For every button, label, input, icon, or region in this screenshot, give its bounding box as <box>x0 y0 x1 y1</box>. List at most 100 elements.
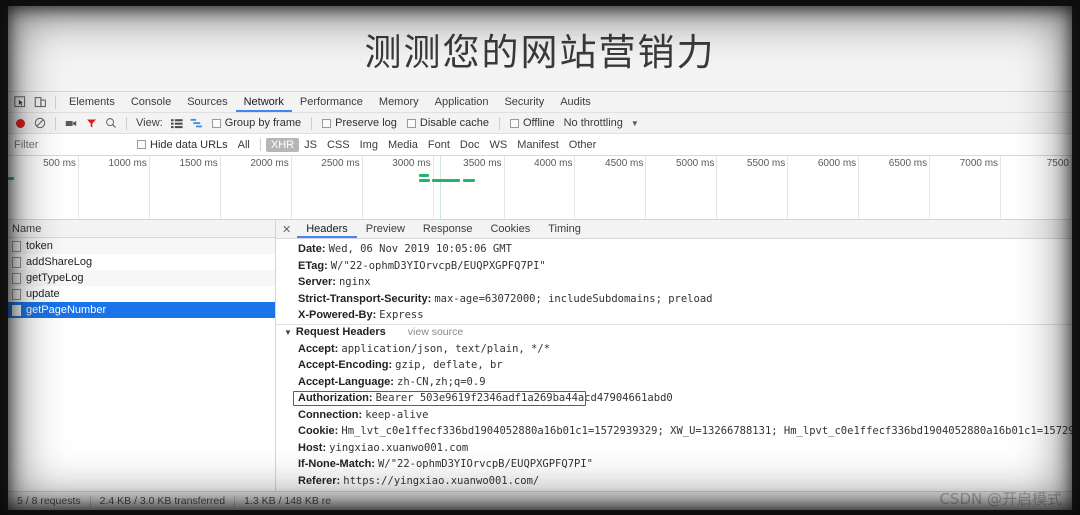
close-icon[interactable]: ✕ <box>280 223 297 236</box>
request-name: update <box>26 288 60 300</box>
filter-type-font[interactable]: Font <box>423 138 455 152</box>
filter-type-manifest[interactable]: Manifest <box>512 138 564 152</box>
offline-toggle[interactable]: Offline <box>505 117 560 129</box>
request-rows: token addShareLog getTypeLog update getPageN… <box>8 238 275 318</box>
throttling-value[interactable]: No throttling <box>560 117 627 129</box>
detail-tab-preview[interactable]: Preview <box>357 220 414 238</box>
request-headers-list: Accept: application/json, text/plain, */… <box>276 341 1072 492</box>
tab-audits[interactable]: Audits <box>552 92 599 112</box>
request-row[interactable]: getPageNumber <box>8 302 275 318</box>
header-key: Connection: <box>298 408 366 421</box>
network-toolbar: View: Group by frame Preserve log Disabl… <box>8 113 1072 134</box>
inspect-element-icon[interactable] <box>10 93 30 111</box>
header-row: If-None-Match: W/"22-ophmD3YIOrvcpB/EUQP… <box>276 456 1072 473</box>
detail-tabbar: ✕ Headers Preview Response Cookies Timin… <box>276 220 1072 239</box>
detail-tab-response[interactable]: Response <box>414 220 482 238</box>
detail-tab-headers[interactable]: Headers <box>297 220 357 238</box>
filter-bar: Hide data URLs All XHR JS CSS Img Media … <box>8 134 1072 156</box>
preserve-log-toggle[interactable]: Preserve log <box>317 117 402 129</box>
checkbox-icon <box>509 118 519 128</box>
tab-console[interactable]: Console <box>123 92 179 112</box>
filter-type-ws[interactable]: WS <box>484 138 512 152</box>
hide-data-urls-toggle[interactable]: Hide data URLs <box>132 139 233 151</box>
tab-memory[interactable]: Memory <box>371 92 427 112</box>
file-icon <box>12 304 21 316</box>
detail-tab-timing[interactable]: Timing <box>539 220 590 238</box>
preserve-log-label: Preserve log <box>335 117 397 129</box>
timeline-tick-label: 7500 <box>1046 158 1069 169</box>
tab-performance[interactable]: Performance <box>292 92 371 112</box>
tab-application[interactable]: Application <box>427 92 497 112</box>
status-requests: 5 / 8 requests <box>17 495 81 507</box>
toolbar-divider <box>55 95 56 109</box>
filter-type-all[interactable]: All <box>233 138 255 152</box>
disable-cache-toggle[interactable]: Disable cache <box>402 117 494 129</box>
page-title: 测测您的网站营销力 <box>364 30 716 74</box>
header-value: W/"22-ophmD3YIOrvcpB/EUQPXGPFQ7PI" <box>330 259 546 272</box>
header-value: Wed, 06 Nov 2019 10:05:06 GMT <box>328 243 512 255</box>
waterfall-view-icon[interactable] <box>187 114 207 132</box>
header-key: X-Powered-By: <box>298 309 380 321</box>
header-value: W/"22-ophmD3YIOrvcpB/EUQPXGPFQ7PI" <box>378 458 593 470</box>
capture-screenshots-icon[interactable] <box>61 114 81 132</box>
waterfall-bar <box>419 174 429 177</box>
request-name: getTypeLog <box>26 272 84 284</box>
watermark: CSDN @开启模式 <box>939 490 1062 508</box>
header-row: Server: nginx <box>276 274 1072 291</box>
tab-elements[interactable]: Elements <box>61 92 123 112</box>
offline-label: Offline <box>522 117 555 129</box>
request-list-header[interactable]: Name <box>8 220 275 238</box>
request-row[interactable]: getTypeLog <box>8 270 275 286</box>
filter-type-img[interactable]: Img <box>355 138 383 152</box>
request-row[interactable]: token <box>8 238 275 254</box>
record-icon <box>15 118 25 128</box>
tab-network[interactable]: Network <box>235 92 292 112</box>
filter-icon[interactable] <box>81 114 101 132</box>
chevron-down-icon: ▼ <box>284 328 292 337</box>
detail-tab-cookies[interactable]: Cookies <box>481 220 539 238</box>
header-row: Accept-Encoding: gzip, deflate, br <box>276 357 1072 374</box>
filter-type-xhr[interactable]: XHR <box>265 137 300 152</box>
search-icon[interactable] <box>101 114 121 132</box>
record-button[interactable] <box>10 114 30 132</box>
request-name: token <box>26 240 53 252</box>
header-row: Connection: keep-alive <box>276 407 1072 424</box>
tab-security[interactable]: Security <box>496 92 552 112</box>
tab-sources[interactable]: Sources <box>179 92 235 112</box>
request-name: addShareLog <box>26 256 93 268</box>
header-key: If-None-Match: <box>298 458 379 470</box>
checkbox-icon <box>137 140 146 149</box>
filter-type-css[interactable]: CSS <box>322 138 355 152</box>
clear-button[interactable] <box>30 114 50 132</box>
filter-type-js[interactable]: JS <box>299 138 322 152</box>
header-key: Date: <box>298 243 329 255</box>
header-row: X-Powered-By: Express <box>276 307 1072 324</box>
chevron-down-icon[interactable]: ▼ <box>627 119 643 128</box>
filter-type-media[interactable]: Media <box>383 138 423 152</box>
toolbar-divider-2 <box>55 116 56 130</box>
header-key: Accept: <box>298 342 342 355</box>
header-value: Express <box>379 309 424 321</box>
view-source-link[interactable]: view source <box>408 324 463 341</box>
request-row[interactable]: addShareLog <box>8 254 275 270</box>
header-value: yingxiao.xuanwo001.com <box>329 441 469 454</box>
filter-type-other[interactable]: Other <box>564 138 602 152</box>
screen: 测测您的网站营销力 Elements Console Sources Netwo… <box>8 6 1072 510</box>
disable-cache-label: Disable cache <box>419 117 489 129</box>
filter-input[interactable] <box>12 138 132 151</box>
waterfall-bar <box>8 177 14 180</box>
waterfall-bar <box>463 179 475 182</box>
filter-type-doc[interactable]: Doc <box>455 138 485 152</box>
header-value: keep-alive <box>365 408 429 421</box>
request-row[interactable]: update <box>8 286 275 302</box>
list-view-icon[interactable] <box>167 114 187 132</box>
file-icon <box>12 288 21 300</box>
network-timeline-overview[interactable]: 500 ms 1000 ms 1500 ms 2000 ms 2500 ms 3000 m… <box>8 156 1072 220</box>
device-toolbar-icon[interactable] <box>30 93 50 111</box>
header-row: Strict-Transport-Security: max-age=63072… <box>276 291 1072 308</box>
group-by-frame-toggle[interactable]: Group by frame <box>207 117 306 129</box>
request-headers-section-title[interactable]: ▼ Request Headers view source <box>276 323 1072 341</box>
timeline-gridline <box>8 156 1072 219</box>
request-details-pane: ✕ Headers Preview Response Cookies Timin… <box>276 220 1072 491</box>
header-row: Authorization: Bearer 503e9619f2346adf1a… <box>276 390 1072 407</box>
